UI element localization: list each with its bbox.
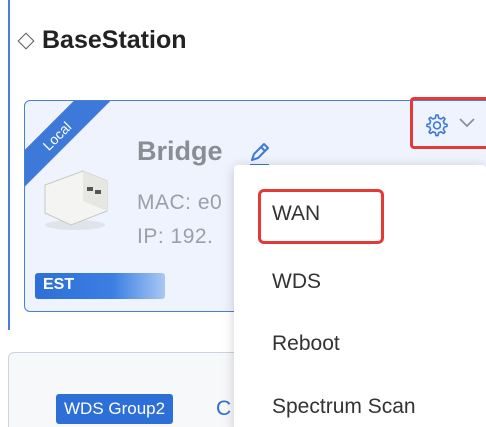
- wds-group-badge[interactable]: WDS Group2: [56, 394, 174, 424]
- section-header: BaseStation: [17, 26, 187, 55]
- edit-icon[interactable]: [247, 141, 271, 167]
- chevron-down-icon[interactable]: [458, 117, 476, 129]
- wds-group-link[interactable]: C: [216, 394, 231, 424]
- device-mac: MAC: e0: [137, 191, 223, 214]
- wan-highlight-box: [258, 189, 384, 244]
- device-name: Bridge: [137, 136, 223, 166]
- status-badge: EST: [35, 273, 165, 299]
- menu-item-reboot[interactable]: Reboot: [234, 316, 486, 372]
- device-ip: IP: 192.: [137, 225, 214, 248]
- menu-item-spectrum-scan[interactable]: Spectrum Scan: [234, 379, 486, 427]
- basestation-panel: BaseStation Local Bridge MAC: e0 IP: 192…: [0, 0, 486, 427]
- status-badge-label: EST: [43, 276, 75, 293]
- bridge-device-image: [44, 170, 108, 230]
- section-frame-line: [8, 0, 10, 330]
- section-title: BaseStation: [42, 26, 187, 54]
- gear-icon[interactable]: [424, 113, 448, 137]
- diamond-icon: [17, 32, 35, 49]
- menu-item-wds[interactable]: WDS: [234, 254, 486, 310]
